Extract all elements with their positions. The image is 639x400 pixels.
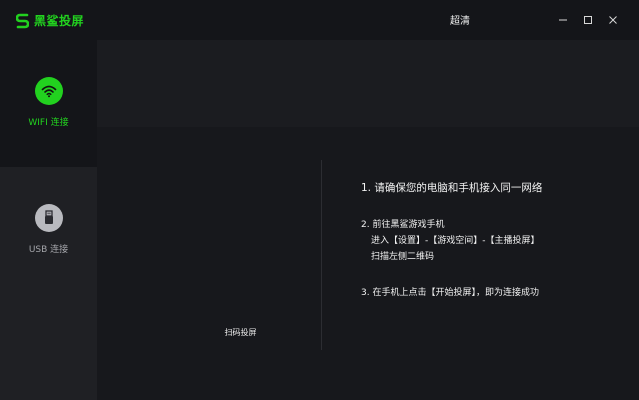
qr-caption: 扫码投屏 xyxy=(224,328,257,337)
sidebar-item-label: USB 连接 xyxy=(28,245,69,255)
minimize-button[interactable] xyxy=(553,10,573,30)
qr-code-area xyxy=(97,160,321,320)
black-shark-logo-icon xyxy=(16,13,29,28)
maximize-button[interactable] xyxy=(578,10,598,30)
sidebar: WIFI 连接 USB 连接 xyxy=(0,40,97,400)
wifi-icon-badge xyxy=(34,77,63,105)
close-icon xyxy=(609,16,617,24)
close-button[interactable] xyxy=(603,10,623,30)
step-2-path: 进入【设置】-【游戏空间】-【主播投屏】 xyxy=(371,236,540,246)
usb-icon xyxy=(44,210,53,224)
step-1: 1. 请确保您的电脑和手机接入同一网络 xyxy=(361,182,543,194)
wifi-icon xyxy=(41,85,56,98)
quality-selector[interactable]: 超清 xyxy=(450,12,470,27)
step-2-title: 2. 前往黑鲨游戏手机 xyxy=(361,220,445,230)
sidebar-item-label: WIFI 连接 xyxy=(28,118,69,128)
sidebar-item-wifi[interactable]: WIFI 连接 xyxy=(0,40,97,167)
sidebar-item-usb[interactable]: USB 连接 xyxy=(0,167,97,400)
vertical-divider xyxy=(321,160,322,350)
step-2-scan: 扫描左侧二维码 xyxy=(371,252,435,262)
maximize-icon xyxy=(584,16,592,24)
minimize-icon xyxy=(559,19,567,21)
app-name: 黑鲨投屏 xyxy=(34,14,85,28)
title-bar: 黑鲨投屏 超清 xyxy=(0,0,639,40)
usb-icon-badge xyxy=(34,204,63,232)
step-3: 3. 在手机上点击【开始投屏】，即为连接成功 xyxy=(361,288,539,298)
app-logo: 黑鲨投屏 xyxy=(16,12,84,29)
